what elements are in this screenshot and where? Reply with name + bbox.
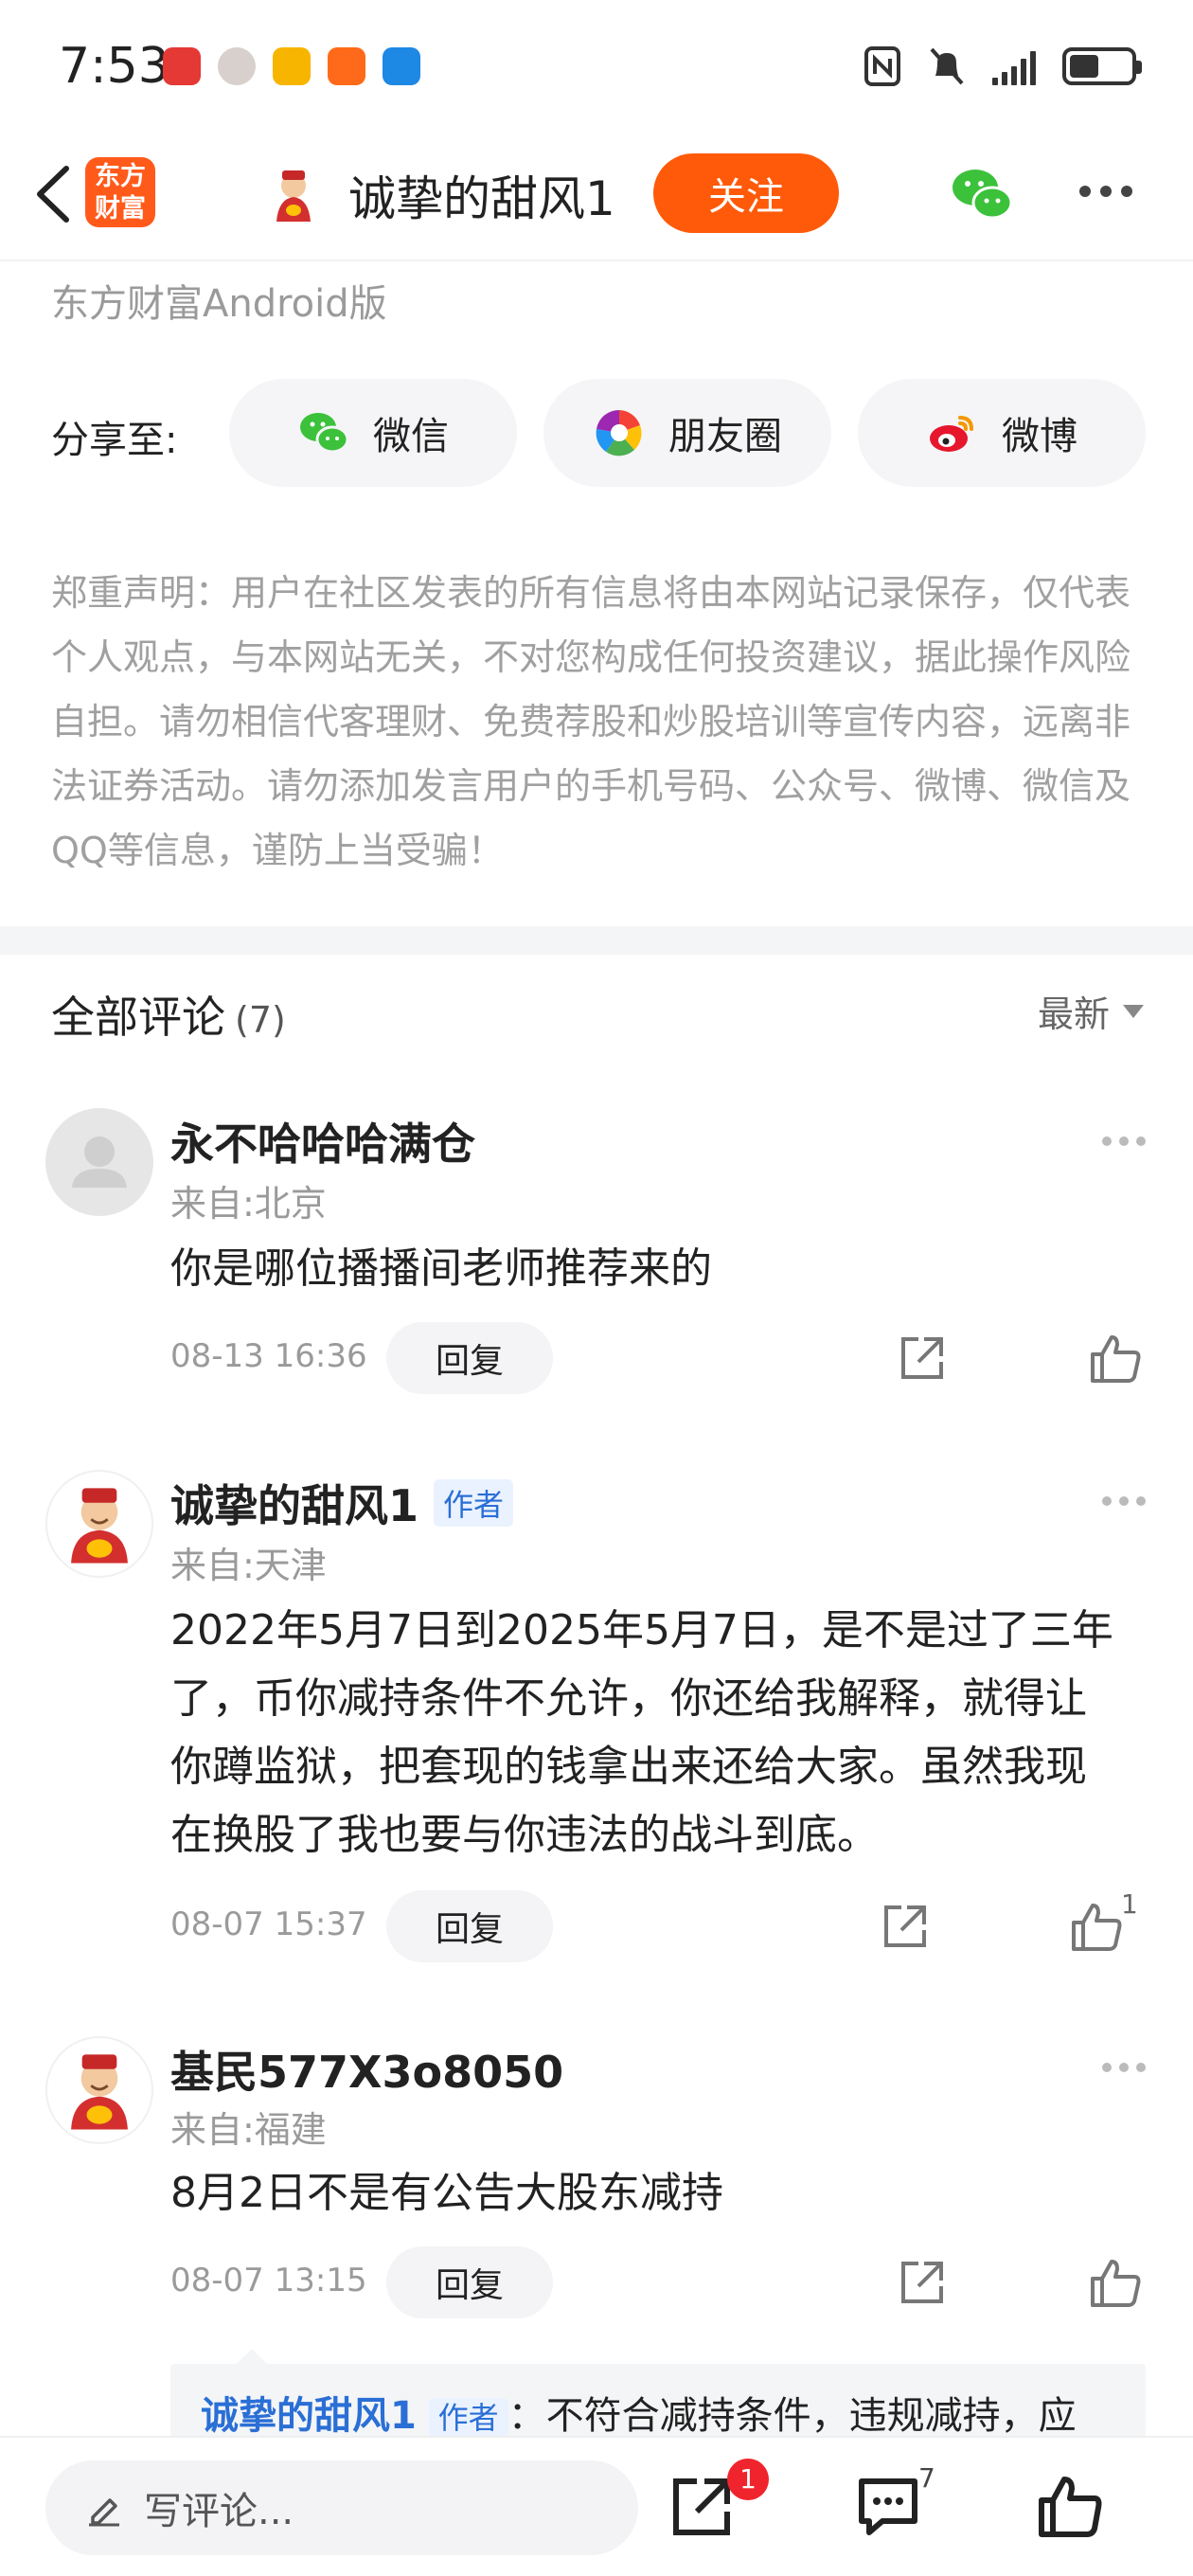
comment-location: 来自:福建 [170, 2109, 327, 2151]
comment-more-icon[interactable] [1102, 1136, 1146, 1146]
comments-heading: 全部评论 (7) [51, 983, 286, 1046]
reply-button[interactable]: 回复 [386, 1322, 553, 1394]
comment-location: 来自:北京 [170, 1183, 327, 1225]
comment-count: 7 [918, 2462, 935, 2494]
wechat-share-icon[interactable] [949, 161, 1015, 227]
nfc-icon [864, 46, 900, 86]
share-moments-button[interactable]: 朋友圈 [543, 379, 831, 487]
share-wechat-label: 微信 [373, 415, 449, 458]
comment-text: 2022年5月7日到2025年5月7日，是不是过了三年了，币你减持条件不允许，你… [170, 1606, 1113, 1859]
sub-reply[interactable]: 诚挚的甜风1 作者 ：不符合减持条件，违规减持，应 [170, 2349, 1146, 2440]
share-moments-label: 朋友圈 [668, 415, 782, 458]
sub-reply-notch [237, 2349, 267, 2364]
avatar[interactable] [45, 1470, 153, 1578]
avatar[interactable] [45, 1108, 153, 1216]
avatar-app-icon [218, 47, 256, 85]
comments-title: 全部评论 [51, 992, 225, 1043]
like-icon[interactable] [1036, 2472, 1104, 2540]
share-weibo-label: 微博 [1002, 415, 1077, 458]
status-bar: 7:53 [0, 0, 1193, 133]
disclaimer-text: 郑重声明：用户在社区发表的所有信息将由本网站记录保存，仅代表个人观点，与本网站无… [51, 572, 1131, 871]
like-count: 1 [1121, 1888, 1138, 1920]
reply-button[interactable]: 回复 [386, 1890, 553, 1962]
write-comment-input[interactable]: 写评论... [45, 2460, 638, 2555]
section-divider [0, 926, 1193, 955]
caishen-avatar-icon [71, 1488, 128, 1564]
sub-reply-author[interactable]: 诚挚的甜风1 [201, 2394, 417, 2438]
battery-icon [1062, 47, 1142, 85]
pencil-icon [89, 2498, 119, 2527]
author-badge: 作者 [434, 1479, 514, 1527]
top-nav: 东方财富 诚挚的甜风1 关注 [0, 133, 1193, 261]
author-name-title: 诚挚的甜风1 [348, 171, 615, 226]
post-source: 东方财富Android版 [51, 282, 387, 326]
comment-time: 08-13 16:36 [170, 1337, 367, 1375]
caishen-avatar-icon [71, 2054, 128, 2130]
sort-dropdown[interactable]: 最新 [1038, 985, 1144, 1037]
share-wechat-button[interactable]: 微信 [229, 379, 517, 487]
comment-location: 来自:天津 [170, 1545, 327, 1586]
moments-icon [596, 409, 642, 456]
comment-more-icon[interactable] [1102, 2063, 1146, 2072]
reply-button[interactable]: 回复 [386, 2246, 553, 2318]
wechat-icon [300, 413, 349, 454]
weibo-icon [930, 416, 973, 452]
share-icon[interactable] [898, 2258, 947, 2307]
share-count-badge: 1 [727, 2459, 769, 2500]
caret-down-icon [1123, 1004, 1144, 1018]
mute-bell-icon [930, 47, 964, 85]
author-badge: 作者 [428, 2398, 508, 2438]
comment-author-name: 基民577X3o8050 [170, 2047, 564, 2098]
orange-app-icon [328, 47, 365, 85]
share-icon[interactable] [898, 1333, 947, 1383]
like-icon[interactable] [1089, 2256, 1142, 2309]
comment-author[interactable]: 永不哈哈哈满仓 [170, 1110, 475, 1172]
like-icon[interactable] [1070, 1900, 1123, 1953]
like-icon[interactable] [1089, 1332, 1142, 1385]
author-avatar-small[interactable] [263, 165, 324, 225]
sub-reply-content: 诚挚的甜风1 作者 ：不符合减持条件，违规减持，应 [201, 2385, 1077, 2440]
follow-button[interactable]: 关注 [653, 153, 839, 233]
write-comment-placeholder: 写评论... [144, 2490, 294, 2533]
comment-text: 8月2日不是有公告大股东减持 [170, 2169, 723, 2217]
comment-author[interactable]: 诚挚的甜风1 作者 [170, 1472, 514, 1534]
status-time: 7:53 [59, 38, 169, 95]
signal-icon [992, 47, 1036, 85]
sort-label: 最新 [1037, 993, 1110, 1035]
comment-author-name: 诚挚的甜风1 [170, 1480, 419, 1531]
comment-author-name: 永不哈哈哈满仓 [170, 1118, 475, 1170]
comment-author[interactable]: 基民577X3o8050 [170, 2038, 563, 2101]
comment-time: 08-07 13:15 [170, 2262, 367, 2299]
message-app-icon [383, 47, 420, 85]
weibo-app-icon [273, 47, 311, 85]
default-user-icon [72, 1136, 127, 1188]
logo-text: 东方财富 [95, 162, 146, 224]
avatar[interactable] [45, 2036, 153, 2144]
share-label: 分享至: [51, 419, 178, 462]
more-options-icon[interactable] [1079, 186, 1132, 197]
huawei-app-icon [163, 47, 201, 85]
share-weibo-button[interactable]: 微博 [858, 379, 1146, 487]
share-icon[interactable] [881, 1902, 930, 1951]
comments-count: (7) [235, 999, 286, 1041]
back-arrow-icon[interactable] [27, 161, 83, 227]
comment-text: 你是哪位播播间老师推荐来的 [170, 1244, 712, 1293]
bottom-action-bar: 写评论... 1 7 [0, 2436, 1193, 2576]
sub-reply-text: ：不符合减持条件，违规减持，应 [507, 2394, 1077, 2438]
comment-bubble-icon[interactable] [854, 2472, 922, 2540]
comment-time: 08-07 15:37 [170, 1905, 367, 1943]
eastmoney-logo[interactable]: 东方财富 [85, 157, 155, 227]
comment-more-icon[interactable] [1102, 1496, 1146, 1506]
